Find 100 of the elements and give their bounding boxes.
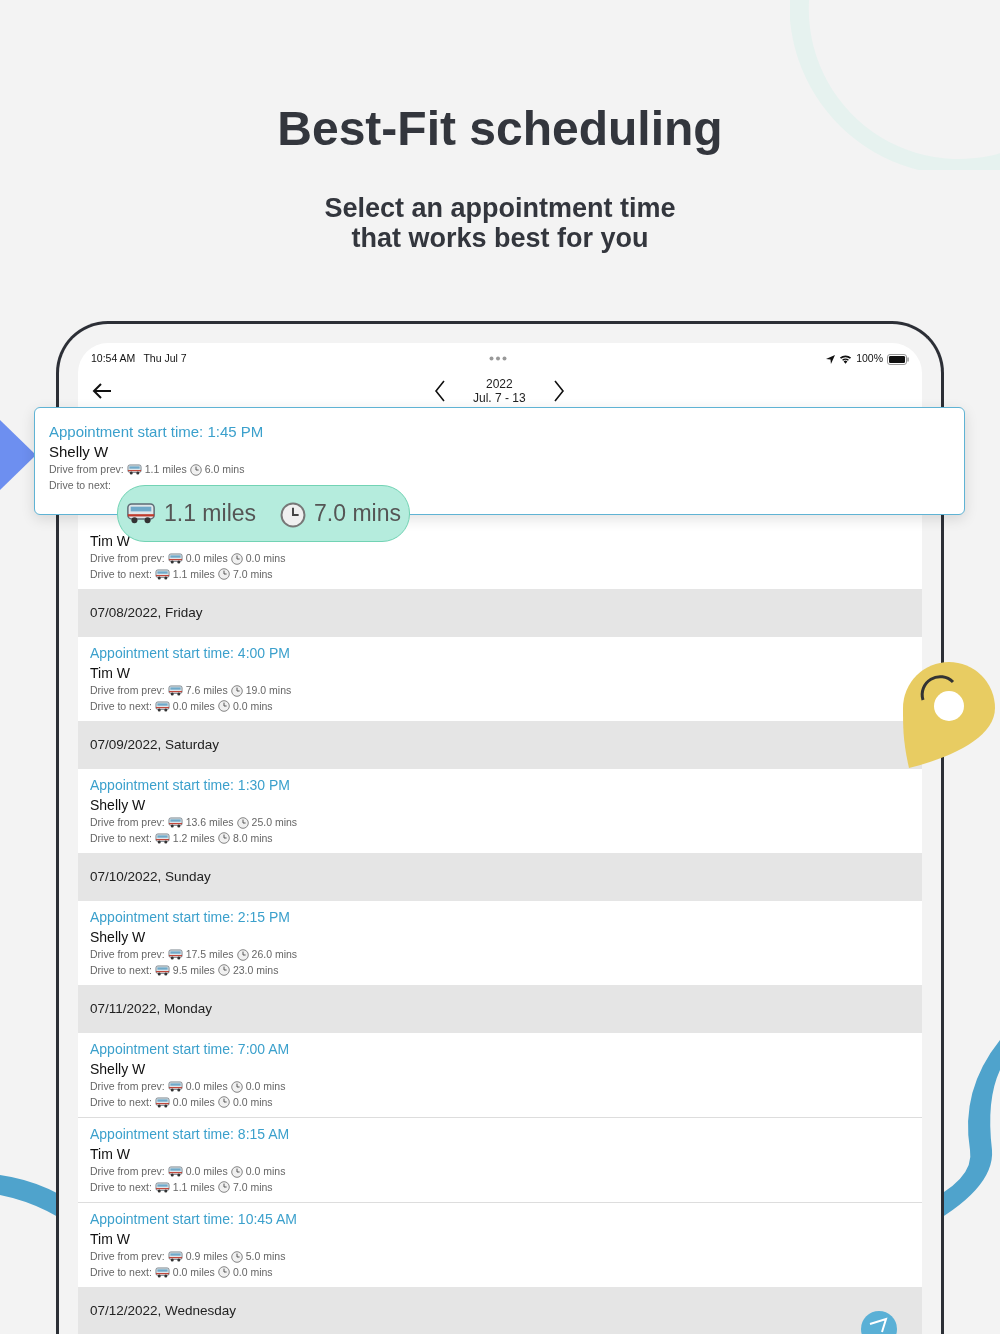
client-name: Shelly W	[90, 1060, 147, 1079]
van-icon	[167, 1081, 183, 1093]
triangle-decoration	[0, 420, 36, 490]
van-icon	[154, 1096, 170, 1108]
drive-label: Drive from prev:	[90, 683, 165, 698]
appointment-time: Appointment start time: 4:00 PM	[90, 644, 291, 663]
headline: Best-Fit scheduling	[277, 101, 723, 157]
client-name: Tim W	[90, 532, 131, 551]
drive-label: Drive from prev:	[49, 462, 124, 477]
clock-icon	[189, 463, 202, 476]
app-icon	[860, 1310, 898, 1334]
drive-label: Drive to next:	[90, 1264, 152, 1280]
distance-text: 1.1 miles	[172, 1179, 215, 1195]
client-name: Tim W	[90, 664, 131, 683]
appointment-time: Appointment start time: 1:30 PM	[90, 776, 291, 795]
date-label: 07/10/2022, Sunday	[90, 867, 211, 886]
distance-text: 0.0 miles	[185, 551, 228, 566]
duration-text: 0.0 mins	[232, 1094, 273, 1110]
van-icon	[154, 700, 170, 712]
distance-text: 1.1 miles	[144, 462, 187, 477]
drive-label: Drive to next:	[90, 1179, 152, 1195]
client-name: Shelly W	[49, 442, 110, 462]
distance-text: 9.5 miles	[172, 962, 215, 978]
drive-label: Drive from prev:	[90, 1249, 165, 1264]
duration-text: 0.0 mins	[245, 1079, 286, 1094]
drive-label: Drive to next:	[49, 477, 111, 493]
wifi-icon	[839, 354, 853, 364]
date-label: 07/09/2022, Saturday	[90, 735, 220, 754]
appointment-time: Appointment start time: 7:00 AM	[90, 1040, 291, 1059]
clock-icon	[217, 832, 230, 845]
van-icon	[167, 1166, 183, 1178]
clock-icon	[236, 948, 249, 961]
clock-icon	[230, 1250, 243, 1263]
van-icon	[154, 832, 170, 844]
drive-label: Drive from prev:	[90, 947, 165, 962]
distance-text: 0.0 miles	[185, 1079, 228, 1094]
distance-text: 1.1 miles	[172, 566, 215, 582]
clock-icon	[217, 1266, 230, 1279]
distance-text: 13.6 miles	[185, 815, 234, 830]
van-icon	[167, 1251, 183, 1263]
distance-text: 1.2 miles	[172, 830, 215, 846]
client-name: Shelly W	[90, 796, 147, 815]
clock-icon	[217, 568, 230, 581]
clock-icon	[230, 1165, 243, 1178]
appointment-time: Appointment start time: 1:45 PM	[49, 422, 265, 442]
distance-text: 7.6 miles	[185, 683, 228, 698]
clock-icon	[230, 1080, 243, 1093]
van-icon	[167, 817, 183, 829]
subheadline: that works best for you	[350, 223, 650, 253]
van-icon	[126, 464, 142, 476]
clock-icon	[217, 964, 230, 977]
van-icon	[167, 949, 183, 961]
van-icon	[154, 1266, 170, 1278]
drive-label: Drive from prev:	[90, 1079, 165, 1094]
appointment-time: Appointment start time: 2:15 PM	[90, 908, 291, 927]
van-icon	[154, 964, 170, 976]
drive-label: Drive from prev:	[90, 551, 165, 566]
van-icon	[167, 553, 183, 565]
distance-text: 17.5 miles	[185, 947, 234, 962]
duration-text: 7.0 mins	[232, 1179, 273, 1195]
clock-icon	[217, 1181, 230, 1194]
van-icon	[154, 1181, 170, 1193]
duration-text: 0.0 mins	[232, 1264, 273, 1280]
clock-icon	[280, 502, 307, 529]
van-icon	[167, 685, 183, 697]
clock-icon	[217, 1096, 230, 1109]
drive-label: Drive to next:	[90, 698, 152, 714]
year-label: 2022	[485, 377, 514, 391]
duration-text: 6.0 mins	[204, 462, 245, 477]
client-name: Tim W	[90, 1145, 131, 1164]
clock-icon	[236, 816, 249, 829]
van-icon	[154, 568, 170, 580]
distance-text: 0.0 miles	[185, 1164, 228, 1179]
back-icon[interactable]	[92, 382, 112, 400]
distance-text: 0.0 miles	[172, 1264, 215, 1280]
battery-icon	[887, 353, 909, 365]
date-label: 07/11/2022, Monday	[90, 999, 213, 1018]
subheadline: Select an appointment time	[323, 193, 677, 223]
next-icon[interactable]	[553, 380, 565, 402]
duration-text: 8.0 mins	[232, 830, 273, 846]
client-name: Tim W	[90, 1230, 131, 1249]
duration-text: 0.0 mins	[232, 698, 273, 714]
clock-icon	[217, 700, 230, 713]
duration-text: 0.0 mins	[245, 551, 286, 566]
drive-label: Drive to next:	[90, 566, 152, 582]
clock-icon	[230, 552, 243, 565]
appointment-time: Appointment start time: 10:45 AM	[90, 1210, 298, 1229]
date-label: 07/08/2022, Friday	[90, 603, 203, 622]
status-time: 10:54 AM	[91, 351, 136, 367]
drive-label: Drive to next:	[90, 830, 152, 846]
location-icon	[826, 354, 836, 364]
duration-text: 25.0 mins	[251, 815, 298, 830]
distance-text: 0.0 miles	[172, 1094, 215, 1110]
drive-label: Drive to next:	[90, 962, 152, 978]
duration-text: 0.0 mins	[245, 1164, 286, 1179]
previous-icon[interactable]	[434, 380, 445, 402]
duration-text: 23.0 mins	[232, 962, 279, 978]
appointment-time: Appointment start time: 8:15 AM	[90, 1125, 291, 1144]
more-icon[interactable]	[489, 356, 507, 361]
clock-icon	[230, 684, 243, 697]
